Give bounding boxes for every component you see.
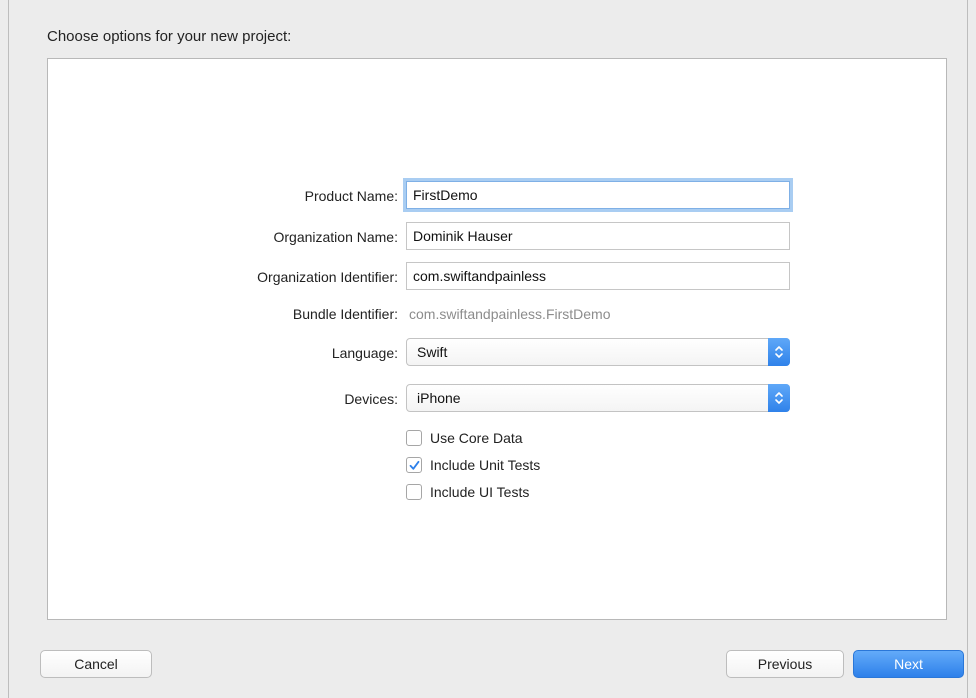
next-button[interactable]: Next: [853, 650, 964, 678]
organization-name-label: Organization Name:: [273, 229, 398, 245]
cancel-button[interactable]: Cancel: [40, 650, 152, 678]
include-unit-tests-checkbox[interactable]: [406, 457, 422, 473]
previous-button[interactable]: Previous: [726, 650, 844, 678]
product-name-field[interactable]: [406, 181, 790, 209]
include-unit-tests-label: Include Unit Tests: [430, 457, 541, 473]
options-panel: Product Name: Organization Name: Organiz…: [47, 58, 947, 620]
organization-identifier-row: Organization Identifier:: [48, 262, 948, 292]
product-name-label: Product Name:: [304, 188, 398, 204]
organization-identifier-field[interactable]: [406, 262, 790, 290]
language-label: Language:: [331, 345, 398, 361]
include-ui-tests-checkbox[interactable]: [406, 484, 422, 500]
bundle-identifier-label: Bundle Identifier:: [292, 306, 398, 322]
use-core-data-checkbox[interactable]: [406, 430, 422, 446]
language-select[interactable]: Swift: [406, 338, 790, 366]
language-row: Language: Swift: [48, 338, 948, 368]
organization-name-row: Organization Name:: [48, 222, 948, 252]
bundle-identifier-row: Bundle Identifier: com.swiftandpainless.…: [48, 299, 948, 329]
devices-label: Devices:: [344, 391, 398, 407]
devices-row: Devices: iPhone: [48, 384, 948, 414]
chevron-up-down-icon: [775, 346, 783, 358]
bundle-identifier-value: com.swiftandpainless.FirstDemo: [409, 306, 611, 322]
organization-name-field[interactable]: [406, 222, 790, 250]
devices-select-arrow[interactable]: [768, 384, 790, 412]
checkmark-icon: [409, 460, 420, 470]
product-name-row: Product Name:: [48, 181, 948, 211]
include-ui-tests-label: Include UI Tests: [430, 484, 530, 500]
organization-identifier-label: Organization Identifier:: [257, 269, 398, 285]
new-project-dialog: Choose options for your new project: Pro…: [8, 0, 968, 698]
language-selected-value: Swift: [417, 344, 448, 360]
language-select-arrow[interactable]: [768, 338, 790, 366]
devices-selected-value: iPhone: [417, 390, 461, 406]
use-core-data-label: Use Core Data: [430, 430, 523, 446]
dialog-title: Choose options for your new project:: [47, 28, 292, 45]
devices-select[interactable]: iPhone: [406, 384, 790, 412]
chevron-up-down-icon: [775, 392, 783, 404]
